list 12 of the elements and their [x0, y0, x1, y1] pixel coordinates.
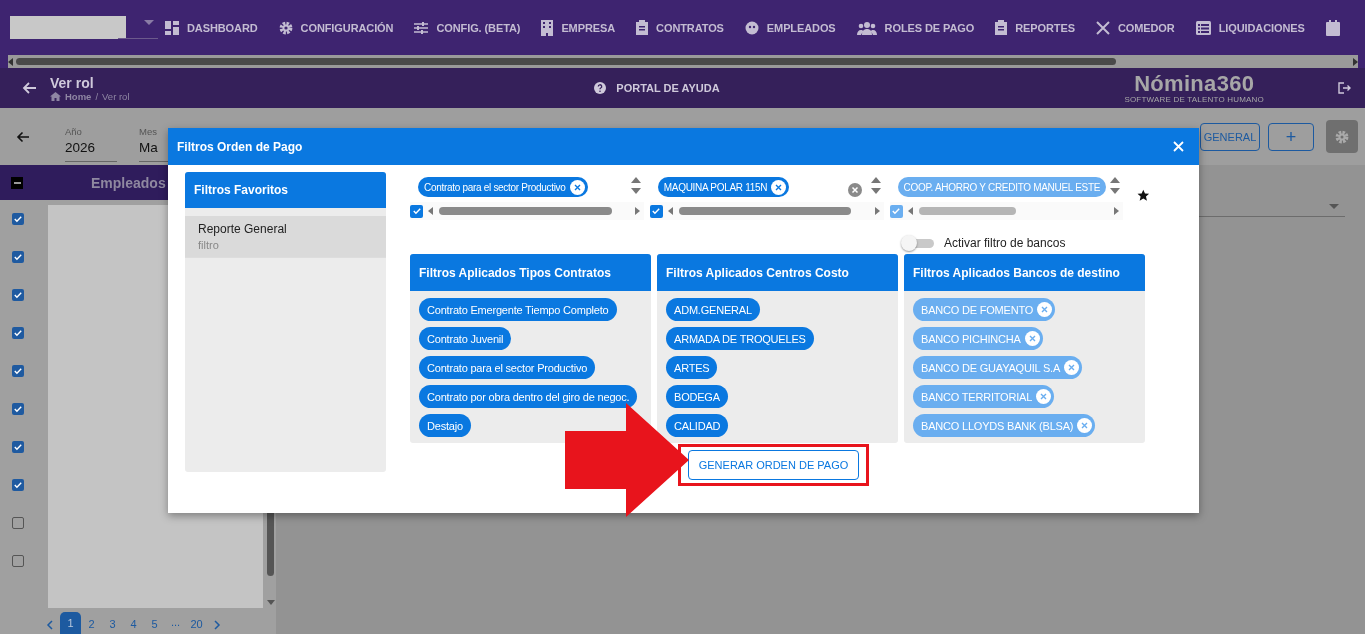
- card-title: Filtros Aplicados Tipos Contratos: [410, 254, 651, 291]
- logo-tagline: SOFTWARE DE TALENTO HUMANO: [1124, 94, 1264, 104]
- page-title: Ver rol: [50, 74, 95, 91]
- panel-title: Filtros Favoritos: [185, 172, 386, 208]
- panel-title: Empleados: [91, 174, 166, 191]
- breadcrumb-current: Ver rol: [102, 90, 130, 102]
- card-title: Filtros Aplicados Centros Costo: [657, 254, 898, 291]
- toggle-label: Activar filtro de bancos: [944, 236, 1066, 250]
- logo-text: Nómina360: [1134, 72, 1255, 95]
- page-ellipsis: ...: [169, 616, 182, 630]
- breadcrumb-separator: /: [95, 90, 99, 102]
- card-title: Filtros Aplicados Bancos de destino: [904, 254, 1145, 291]
